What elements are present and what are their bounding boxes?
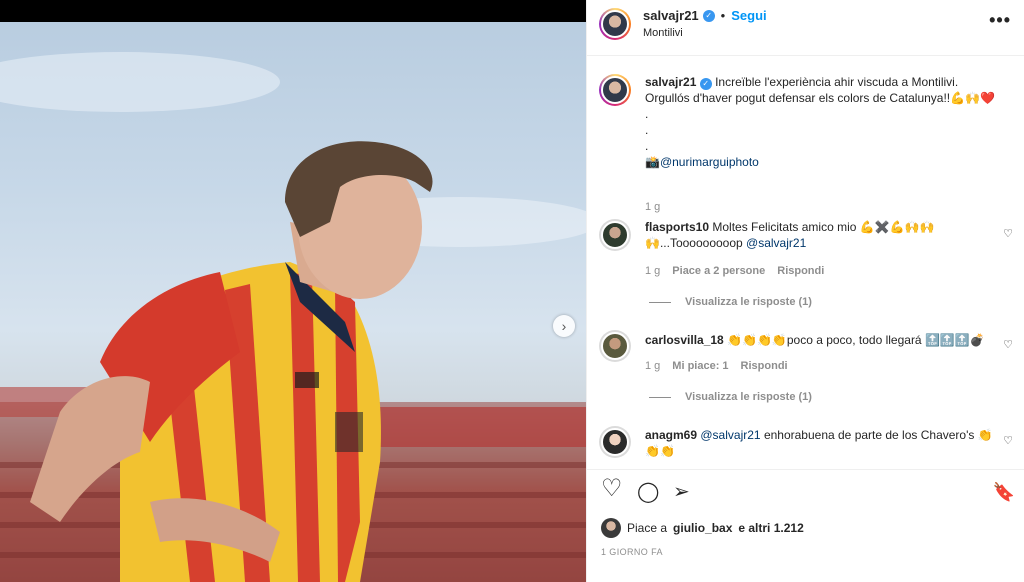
top-black-bar <box>0 0 586 22</box>
comment-meta: 1 g Mi piace: 1 Rispondi <box>645 360 788 372</box>
post-side-panel: salvajr21 ✓ • Segui Montilivi ••• salvaj… <box>586 0 1024 582</box>
caption-time: 1 g <box>645 201 661 213</box>
comment-like-icon[interactable]: ♡ <box>1003 338 1013 351</box>
verified-badge-icon: ✓ <box>699 78 712 90</box>
commenter-avatar[interactable] <box>599 426 631 458</box>
caption-line-2: Orgullós d'haver pogut defensar els colo… <box>645 91 995 105</box>
likes-count[interactable]: e altri 1.212 <box>738 521 803 535</box>
comment-mention[interactable]: @salvajr21 <box>746 236 806 250</box>
caption-dot: . <box>645 139 649 153</box>
commenter-avatar[interactable] <box>599 219 631 251</box>
liker-avatar[interactable] <box>601 518 621 538</box>
caption-username[interactable]: salvajr21 <box>645 75 696 89</box>
camera-emoji-icon: 📸 <box>645 155 660 169</box>
caption-dot: . <box>645 123 649 137</box>
separator-dot: • <box>720 8 726 23</box>
view-replies-label: Visualizza le risposte (1) <box>685 391 812 403</box>
comment-username[interactable]: flasports10 <box>645 220 709 234</box>
caption-line-1: Increïble l'experiència ahir viscuda a M… <box>715 75 959 89</box>
post-photo[interactable]: › <box>0 22 586 582</box>
follow-button[interactable]: Segui <box>731 8 766 23</box>
replies-line <box>649 396 671 398</box>
comment-icon[interactable]: ◯ <box>637 482 659 502</box>
likes-prefix: Piace a <box>627 521 668 535</box>
comment-meta: 1 g Piace a 2 persone Rispondi <box>645 265 824 277</box>
comment-time: 1 g <box>645 265 661 277</box>
view-replies-button[interactable]: Visualizza le risposte (1) <box>649 391 812 403</box>
view-replies-label: Visualizza le risposte (1) <box>685 296 812 308</box>
replies-line <box>649 301 671 303</box>
instagram-post-view: › salvajr21 ✓ • Segui Montilivi ••• salv… <box>0 0 1024 582</box>
comment-like-icon[interactable]: ♡ <box>1003 434 1013 447</box>
post-actions: ♡ ◯ ➢ 🔖 Piace a giulio_bax e altri 1.212… <box>587 469 1024 582</box>
comment-like-icon[interactable]: ♡ <box>1003 227 1013 240</box>
comment-likes[interactable]: Mi piace: 1 <box>672 360 728 372</box>
post-location[interactable]: Montilivi <box>643 27 683 39</box>
share-icon[interactable]: ➢ <box>673 482 690 502</box>
caption-text: salvajr21 ✓ Increïble l'experiència ahir… <box>645 74 995 170</box>
carousel-next-button[interactable]: › <box>553 315 575 337</box>
comment-mention[interactable]: @salvajr21 <box>700 428 760 442</box>
comment-time: 1 g <box>645 360 661 372</box>
post-timestamp[interactable]: 1 GIORNO FA <box>601 547 663 557</box>
comment-username[interactable]: anagm69 <box>645 428 697 442</box>
comment-body: 👏👏👏👏poco a poco, todo llegará 🔝🔝🔝💣 <box>727 333 985 347</box>
verified-badge-icon: ✓ <box>702 9 715 22</box>
author-username[interactable]: salvajr21 <box>643 8 699 23</box>
comment-body: enhorabuena de parte de los Chavero's 👏👏… <box>645 428 993 458</box>
caption-meta: 1 g <box>645 201 660 213</box>
commenter-avatar[interactable] <box>599 330 631 362</box>
view-replies-button[interactable]: Visualizza le risposte (1) <box>649 296 812 308</box>
comments-list: salvajr21 ✓ Increïble l'experiència ahir… <box>587 57 1024 469</box>
author-avatar[interactable] <box>599 74 631 106</box>
reply-button[interactable]: Rispondi <box>777 265 824 277</box>
author-avatar[interactable] <box>599 8 631 40</box>
comment-text: flasports10 Moltes Felicitats amico mio … <box>645 219 995 251</box>
comment-text: carlosvilla_18 👏👏👏👏poco a poco, todo lle… <box>645 332 995 348</box>
comment-username[interactable]: carlosvilla_18 <box>645 333 724 347</box>
photo-credit-mention[interactable]: @nurimarguiphoto <box>660 155 759 169</box>
likes-summary: Piace a giulio_bax e altri 1.212 <box>601 518 804 538</box>
like-icon[interactable]: ♡ <box>601 477 623 501</box>
reply-button[interactable]: Rispondi <box>741 360 788 372</box>
comment-likes[interactable]: Piace a 2 persone <box>672 265 765 277</box>
photo-illustration <box>0 52 586 582</box>
more-options-icon[interactable]: ••• <box>989 11 1011 29</box>
liker-username[interactable]: giulio_bax <box>673 521 732 535</box>
save-icon[interactable]: 🔖 <box>993 482 1015 502</box>
comment-text: anagm69 @salvajr21 enhorabuena de parte … <box>645 427 995 459</box>
caption-dot: . <box>645 107 649 121</box>
author-row: salvajr21 ✓ • Segui <box>643 8 767 23</box>
post-header: salvajr21 ✓ • Segui Montilivi ••• <box>587 0 1024 56</box>
